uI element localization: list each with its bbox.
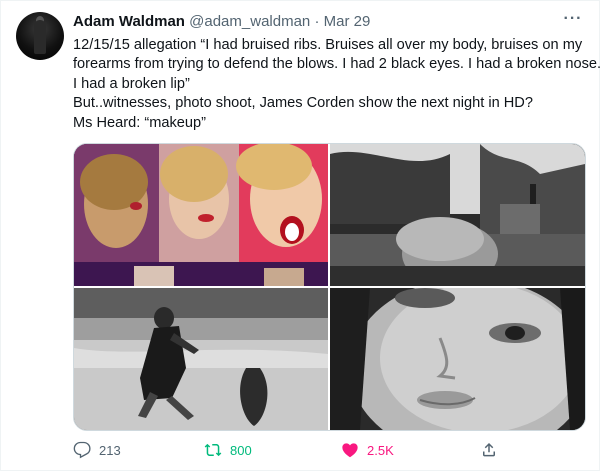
photo-bw-beach-palms[interactable] <box>330 144 585 286</box>
share-button[interactable] <box>480 440 498 460</box>
photo-bw-running-beach[interactable] <box>74 288 328 430</box>
photo-bw-face-closeup[interactable] <box>330 288 585 430</box>
tweet-date[interactable]: Mar 29 <box>324 13 371 30</box>
media-grid <box>73 143 586 431</box>
tweet-text-line: 12/15/15 allegation “I had bruised ribs.… <box>73 37 583 53</box>
more-options-icon[interactable]: ··· <box>562 8 584 30</box>
author-name[interactable]: Adam Waldman <box>73 13 185 30</box>
reply-button[interactable]: 213 <box>73 440 121 460</box>
heart-icon <box>342 443 358 458</box>
share-icon <box>483 442 495 457</box>
like-count: 2.5K <box>367 442 394 458</box>
tweet-header: Adam Waldman @adam_waldman · Mar 29 <box>73 12 370 32</box>
photo-collage-talk-show-color[interactable] <box>74 144 328 286</box>
reply-count: 213 <box>99 442 121 458</box>
retweet-button[interactable]: 800 <box>204 440 252 460</box>
tweet-text-line: But..witnesses, photo shoot, James Corde… <box>73 95 533 112</box>
like-button[interactable]: 2.5K <box>341 440 394 460</box>
retweet-count: 800 <box>230 442 252 458</box>
tweet-text: 12/15/15 allegation “I had bruised ribs.… <box>73 36 600 133</box>
avatar[interactable] <box>16 12 64 60</box>
tweet-text-line: forearms from trying to defend the blows… <box>73 56 600 73</box>
separator-dot: · <box>314 13 320 30</box>
tweet-text-line: Ms Heard: “makeup” <box>73 114 207 131</box>
avatar-figure-body <box>34 20 46 54</box>
tweet-text-line: I had a broken lip” <box>73 75 190 92</box>
author-handle[interactable]: @adam_waldman <box>189 13 310 30</box>
retweet-icon <box>204 443 222 457</box>
reply-icon <box>73 441 91 459</box>
